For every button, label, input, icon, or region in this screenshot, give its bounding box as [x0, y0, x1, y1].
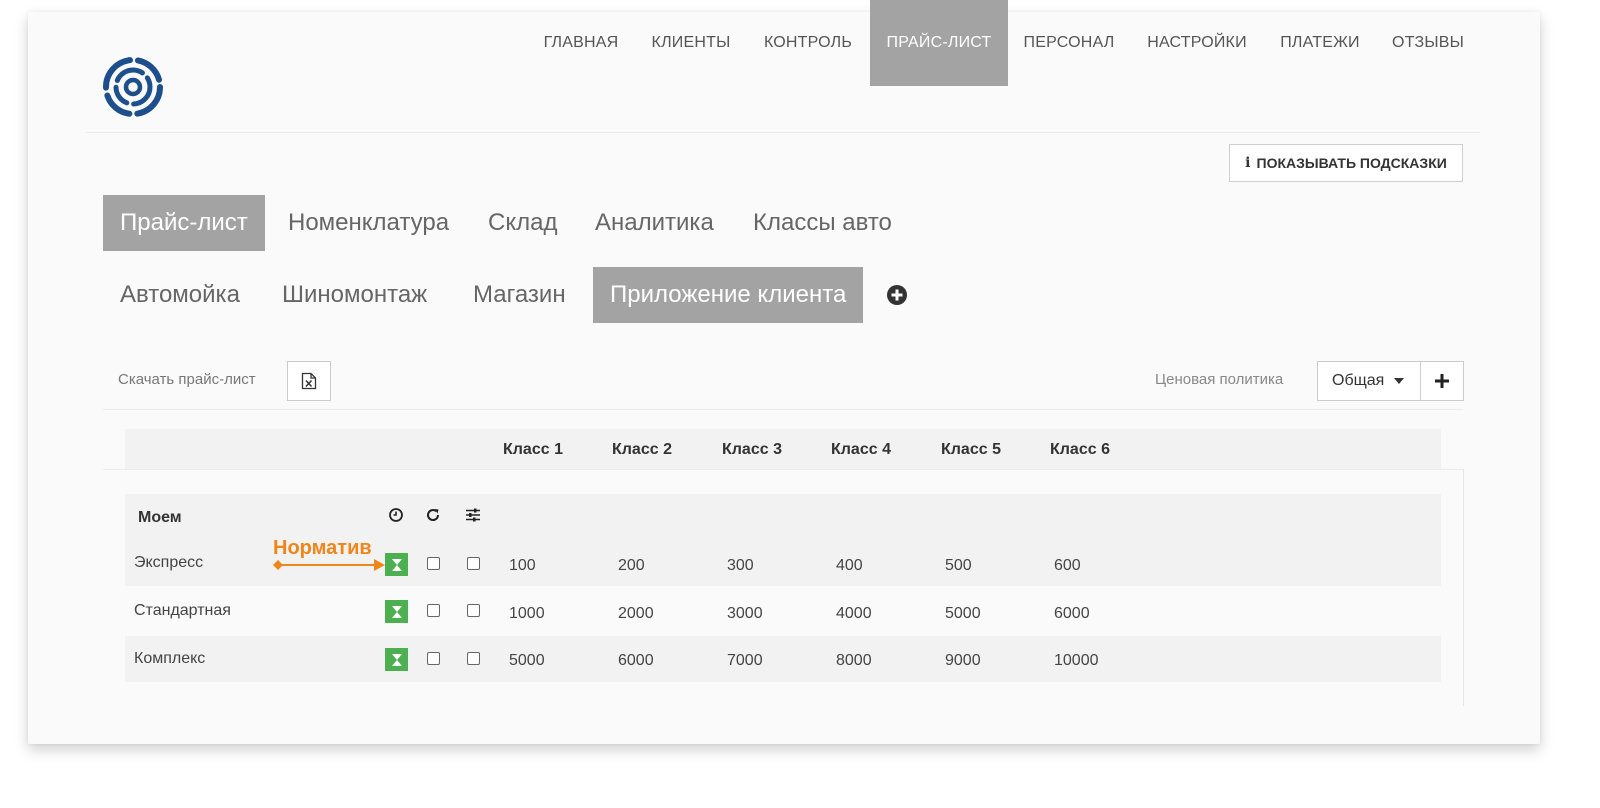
tab-warehouse[interactable]: Склад	[471, 195, 574, 251]
price-cell[interactable]: 5000	[509, 652, 545, 670]
tab-client-app[interactable]: Приложение клиента	[593, 267, 864, 323]
price-policy-value: Общая	[1332, 372, 1385, 389]
tab-tire-service[interactable]: Шиномонтаж	[265, 267, 444, 323]
price-cell[interactable]: 2000	[618, 605, 654, 623]
price-cell[interactable]: 5000	[945, 605, 981, 623]
column-header: Класс 4	[831, 441, 891, 458]
price-cell[interactable]: 400	[836, 557, 863, 575]
nav-item-control[interactable]: КОНТРОЛЬ	[752, 0, 864, 86]
tab-car-classes[interactable]: Классы авто	[736, 195, 909, 251]
price-cell[interactable]: 9000	[945, 652, 981, 670]
nav-item-pricelist[interactable]: ПРАЙС-ЛИСТ	[870, 0, 1008, 86]
caret-down-icon	[1394, 378, 1405, 384]
price-policy-select[interactable]: Общая	[1317, 361, 1421, 401]
sliders-icon[interactable]	[465, 507, 481, 523]
callout-arrow	[273, 559, 385, 571]
table-header	[125, 429, 1441, 469]
show-hints-label: ПОКАЗЫВАТЬ ПОДСКАЗКИ	[1256, 155, 1447, 171]
price-cell[interactable]: 8000	[836, 652, 872, 670]
info-icon: i	[1245, 155, 1251, 171]
column-header: Класс 5	[941, 441, 1001, 458]
tab-carwash[interactable]: Автомойка	[103, 267, 257, 323]
nav-item-staff[interactable]: ПЕРСОНАЛ	[1014, 0, 1124, 86]
price-policy-label: Ценовая политика	[1155, 371, 1284, 388]
add-price-policy-button[interactable]	[1420, 361, 1464, 401]
nav-item-home[interactable]: ГЛАВНАЯ	[530, 0, 632, 86]
column-header: Класс 2	[612, 441, 672, 458]
table-row	[125, 588, 1441, 634]
plus-icon	[1435, 374, 1449, 388]
download-pricelist-label: Скачать прайс-лист	[118, 371, 256, 388]
service-name: Стандартная	[134, 602, 231, 619]
nav-item-payments[interactable]: ПЛАТЕЖИ	[1270, 0, 1370, 86]
add-tab-icon[interactable]	[886, 284, 908, 306]
repeat-checkbox[interactable]	[427, 557, 440, 570]
hourglass-icon	[391, 653, 402, 666]
norm-time-button[interactable]	[385, 553, 408, 576]
price-cell[interactable]: 600	[1054, 557, 1081, 575]
price-cell[interactable]: 7000	[727, 652, 763, 670]
show-hints-button[interactable]: i ПОКАЗЫВАТЬ ПОДСКАЗКИ	[1229, 144, 1463, 182]
excel-file-icon	[301, 372, 317, 390]
download-excel-button[interactable]	[287, 361, 331, 401]
tab-nomenclature[interactable]: Номенклатура	[271, 195, 466, 251]
repeat-checkbox[interactable]	[427, 604, 440, 617]
column-header: Класс 1	[503, 441, 563, 458]
price-cell[interactable]: 100	[509, 557, 536, 575]
nav-item-clients[interactable]: КЛИЕНТЫ	[640, 0, 742, 86]
column-header: Класс 3	[722, 441, 782, 458]
price-cell[interactable]: 10000	[1054, 652, 1099, 670]
nav-item-settings[interactable]: НАСТРОЙКИ	[1134, 0, 1260, 86]
options-checkbox[interactable]	[467, 652, 480, 665]
tab-shop[interactable]: Магазин	[456, 267, 583, 323]
clock-icon[interactable]	[388, 507, 404, 523]
price-cell[interactable]: 3000	[727, 605, 763, 623]
price-cell[interactable]: 6000	[618, 652, 654, 670]
service-name: Комплекс	[134, 650, 206, 667]
price-cell[interactable]: 200	[618, 557, 645, 575]
repeat-checkbox[interactable]	[427, 652, 440, 665]
price-cell[interactable]: 1000	[509, 605, 545, 623]
table-right-border	[1463, 469, 1464, 706]
tab-pricelist[interactable]: Прайс-лист	[103, 195, 265, 251]
column-header: Класс 6	[1050, 441, 1110, 458]
nav-item-reviews[interactable]: ОТЗЫВЫ	[1380, 0, 1476, 86]
service-name: Экспресс	[134, 554, 204, 571]
toolbar-divider	[103, 409, 1463, 410]
norm-time-button[interactable]	[385, 648, 408, 671]
price-cell[interactable]: 6000	[1054, 605, 1090, 623]
table-header-divider	[103, 469, 1463, 470]
hourglass-icon	[391, 605, 402, 618]
tab-analytics[interactable]: Аналитика	[578, 195, 731, 251]
options-checkbox[interactable]	[467, 604, 480, 617]
price-cell[interactable]: 4000	[836, 605, 872, 623]
hourglass-icon	[391, 558, 402, 571]
norm-time-button[interactable]	[385, 600, 408, 623]
price-cell[interactable]: 500	[945, 557, 972, 575]
logo	[103, 57, 163, 117]
price-cell[interactable]: 300	[727, 557, 754, 575]
options-checkbox[interactable]	[467, 557, 480, 570]
service-group-title: Моем	[138, 509, 182, 526]
service-group-row	[125, 494, 1441, 540]
table-row	[125, 636, 1441, 682]
refresh-icon[interactable]	[425, 507, 441, 523]
